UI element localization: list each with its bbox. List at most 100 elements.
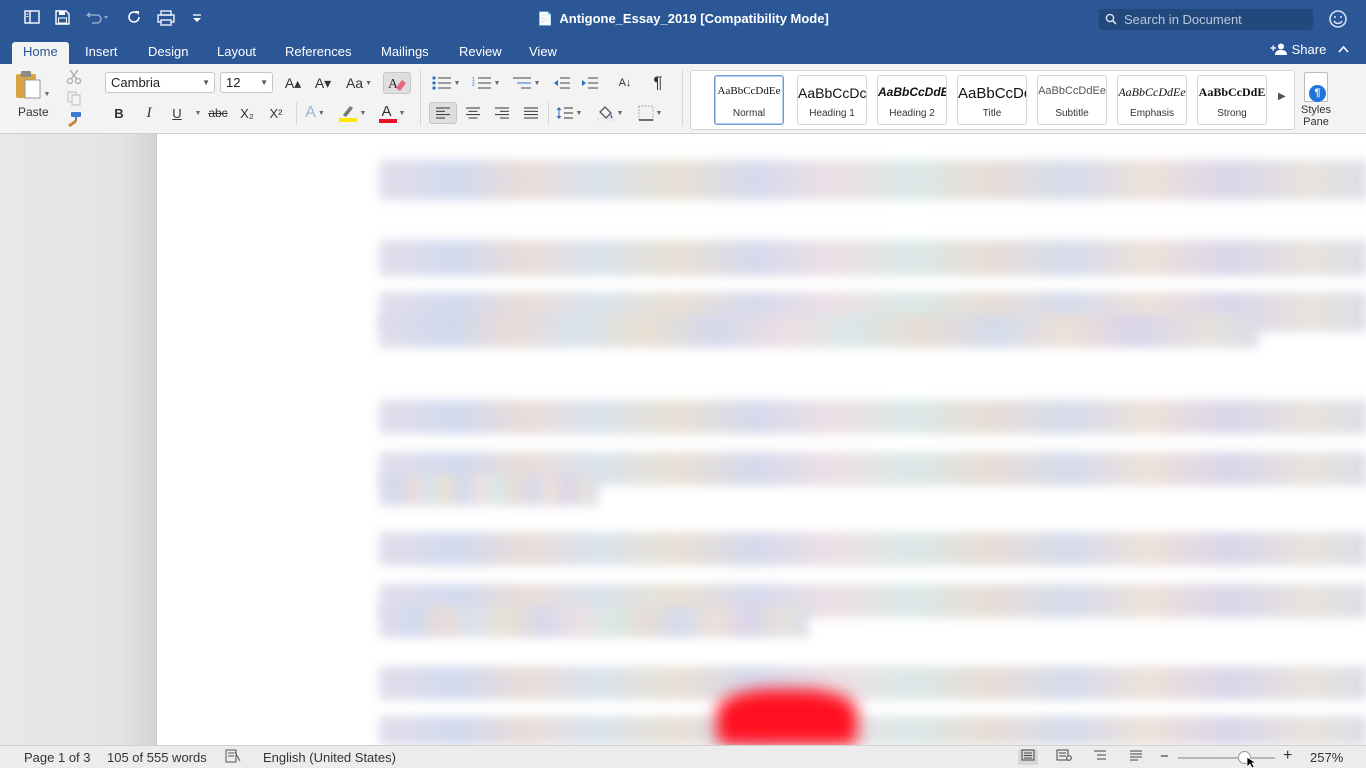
shading-button[interactable]: ▼ <box>592 102 628 124</box>
divider <box>420 70 421 126</box>
strikethrough-button[interactable]: abc <box>205 102 231 124</box>
print-layout-view-icon[interactable] <box>1018 749 1038 765</box>
line-spacing-button[interactable]: ▼ <box>552 102 586 124</box>
styles-pane-icon: ¶ <box>1304 72 1328 102</box>
blurred-text-line <box>379 314 1259 348</box>
blurred-text-line <box>379 160 1366 200</box>
word-count[interactable]: 105 of 555 words <box>107 750 207 765</box>
bold-button[interactable]: B <box>108 102 130 124</box>
change-case-button[interactable]: Aa ▼ <box>343 72 375 94</box>
align-left-icon <box>436 107 450 119</box>
multilevel-list-button[interactable]: ▼ <box>508 72 544 94</box>
styles-gallery: AaBbCcDdEe Normal AaBbCcDc Heading 1 AaB… <box>690 70 1295 130</box>
smiley-icon[interactable] <box>1328 9 1348 34</box>
tab-layout[interactable]: Layout <box>206 42 267 64</box>
align-center-button[interactable] <box>460 102 486 124</box>
underline-dropdown-icon[interactable]: ▼ <box>192 102 202 124</box>
show-formatting-button[interactable]: ¶ <box>646 72 670 94</box>
increase-indent-button[interactable] <box>578 72 602 94</box>
style-name: Heading 2 <box>889 108 935 119</box>
decrease-indent-icon <box>554 77 570 89</box>
cut-icon[interactable] <box>64 68 84 86</box>
zoom-out-button[interactable]: − <box>1160 748 1169 765</box>
font-color-dropdown-icon[interactable]: ▼ <box>399 110 406 117</box>
superscript-button[interactable]: X² <box>264 102 288 124</box>
blurred-text-line <box>379 666 1366 700</box>
styles-pane-button[interactable]: ¶ Styles Pane <box>1297 70 1335 130</box>
style-strong[interactable]: AaBbCcDdE Strong <box>1197 75 1267 125</box>
language[interactable]: English (United States) <box>263 750 396 765</box>
sort-button[interactable]: A↓ <box>612 72 638 94</box>
clipboard-icon <box>15 71 41 99</box>
font-name-value: Cambria <box>111 75 161 90</box>
numbering-button[interactable]: 1 2 ▼ <box>468 72 504 94</box>
tab-insert[interactable]: Insert <box>74 42 129 64</box>
style-preview: AaBbCcDdEe <box>1038 85 1106 97</box>
font-color-button[interactable]: A ▼ <box>374 102 410 124</box>
document-page[interactable] <box>156 134 1366 746</box>
page-count[interactable]: Page 1 of 3 <box>24 750 91 765</box>
share-button[interactable]: Share <box>1270 42 1326 57</box>
tab-mailings[interactable]: Mailings <box>370 42 440 64</box>
text-effects-button[interactable]: A ▼ <box>300 102 330 124</box>
line-spacing-dropdown-icon[interactable]: ▼ <box>576 110 583 117</box>
tab-references[interactable]: References <box>274 42 362 64</box>
underline-button[interactable]: U <box>166 102 188 124</box>
bullets-button[interactable]: ▼ <box>428 72 464 94</box>
outline-view-icon[interactable] <box>1090 749 1110 765</box>
styles-pane-label-1: Styles <box>1301 104 1331 116</box>
highlight-dropdown-icon[interactable]: ▼ <box>360 110 367 117</box>
align-left-button[interactable] <box>429 102 457 124</box>
zoom-level[interactable]: 257% <box>1310 750 1343 765</box>
style-preview: AaBbCcDdEe <box>717 85 781 97</box>
numbering-dropdown-icon[interactable]: ▼ <box>494 80 501 87</box>
style-preview: AaBbCcDc <box>958 85 1026 102</box>
clear-formatting-button[interactable]: A <box>383 72 411 94</box>
decrease-indent-button[interactable] <box>550 72 574 94</box>
text-effects-dropdown-icon[interactable]: ▼ <box>318 110 325 117</box>
subscript-button[interactable]: X₂ <box>235 102 259 124</box>
highlight-button[interactable]: ▼ <box>334 102 370 124</box>
shrink-font-button[interactable]: A▾ <box>310 72 336 94</box>
document-workspace[interactable] <box>0 134 1366 746</box>
format-painter-icon[interactable] <box>64 110 84 128</box>
zoom-in-button[interactable]: + <box>1283 747 1292 765</box>
proofing-icon[interactable] <box>225 749 241 766</box>
search-input[interactable]: Search in Document <box>1099 9 1313 30</box>
tab-home[interactable]: Home <box>12 42 69 64</box>
style-heading-1[interactable]: AaBbCcDc Heading 1 <box>797 75 867 125</box>
style-subtitle[interactable]: AaBbCcDdEe Subtitle <box>1037 75 1107 125</box>
web-layout-view-icon[interactable] <box>1054 749 1074 765</box>
style-name: Subtitle <box>1055 108 1089 119</box>
italic-button[interactable]: I <box>138 102 160 124</box>
multilevel-dropdown-icon[interactable]: ▼ <box>534 80 541 87</box>
font-name-field[interactable]: Cambria ▼ <box>105 72 215 93</box>
copy-icon[interactable] <box>64 89 84 107</box>
tab-review[interactable]: Review <box>448 42 513 64</box>
style-title[interactable]: AaBbCcDc Title <box>957 75 1027 125</box>
collapse-ribbon-icon[interactable] <box>1338 42 1349 56</box>
style-normal[interactable]: AaBbCcDdEe Normal <box>714 75 784 125</box>
borders-dropdown-icon[interactable]: ▼ <box>656 110 663 117</box>
zoom-slider-track[interactable] <box>1178 757 1275 759</box>
draft-view-icon[interactable] <box>1126 749 1146 765</box>
font-name-dropdown-icon[interactable]: ▼ <box>202 73 210 92</box>
style-heading-2[interactable]: AaBbCcDdE Heading 2 <box>877 75 947 125</box>
align-right-icon <box>495 107 509 119</box>
borders-button[interactable]: ▼ <box>632 102 668 124</box>
font-size-dropdown-icon[interactable]: ▼ <box>260 73 268 92</box>
style-emphasis[interactable]: AaBbCcDdEe Emphasis <box>1117 75 1187 125</box>
justify-button[interactable] <box>518 102 544 124</box>
tab-view[interactable]: View <box>518 42 568 64</box>
align-right-button[interactable] <box>489 102 515 124</box>
gallery-next-icon[interactable]: ▶ <box>1278 91 1286 102</box>
paste-button[interactable]: ▼ <box>12 68 52 102</box>
font-size-field[interactable]: 12 ▼ <box>220 72 273 93</box>
tab-design[interactable]: Design <box>137 42 199 64</box>
paste-dropdown-icon[interactable]: ▼ <box>44 91 51 98</box>
bullets-dropdown-icon[interactable]: ▼ <box>454 80 461 87</box>
grow-font-button[interactable]: A▴ <box>280 72 306 94</box>
change-case-dropdown-icon[interactable]: ▼ <box>365 80 372 87</box>
shading-dropdown-icon[interactable]: ▼ <box>617 110 624 117</box>
paste-label: Paste <box>18 105 49 119</box>
